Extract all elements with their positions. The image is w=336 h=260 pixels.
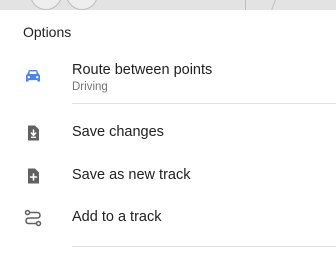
save-as-new-track-icon	[24, 167, 42, 185]
divider	[72, 246, 336, 247]
menu-item-sublabel: Driving	[72, 81, 108, 93]
menu-item-label: Save as new track	[72, 167, 191, 183]
map-road	[245, 0, 246, 10]
menu-item-save-as-new-track[interactable]: Save as new track	[0, 155, 336, 197]
options-title: Options	[23, 24, 72, 40]
save-changes-icon	[24, 124, 42, 142]
map-background	[0, 0, 336, 10]
menu-item-save-changes[interactable]: Save changes	[0, 112, 336, 154]
menu-item-label: Save changes	[72, 124, 164, 140]
map-control-circle	[30, 0, 62, 10]
menu-item-label: Route between points	[72, 62, 213, 78]
menu-item-label: Add to a track	[72, 209, 162, 225]
add-to-track-icon	[24, 209, 42, 227]
map-road	[271, 0, 276, 10]
menu-item-route-between-points[interactable]: Route between points Driving	[0, 54, 336, 102]
menu-item-add-to-track[interactable]: Add to a track	[0, 197, 336, 239]
map-control-circle	[66, 0, 98, 10]
car-icon	[24, 67, 42, 85]
divider	[72, 103, 336, 104]
